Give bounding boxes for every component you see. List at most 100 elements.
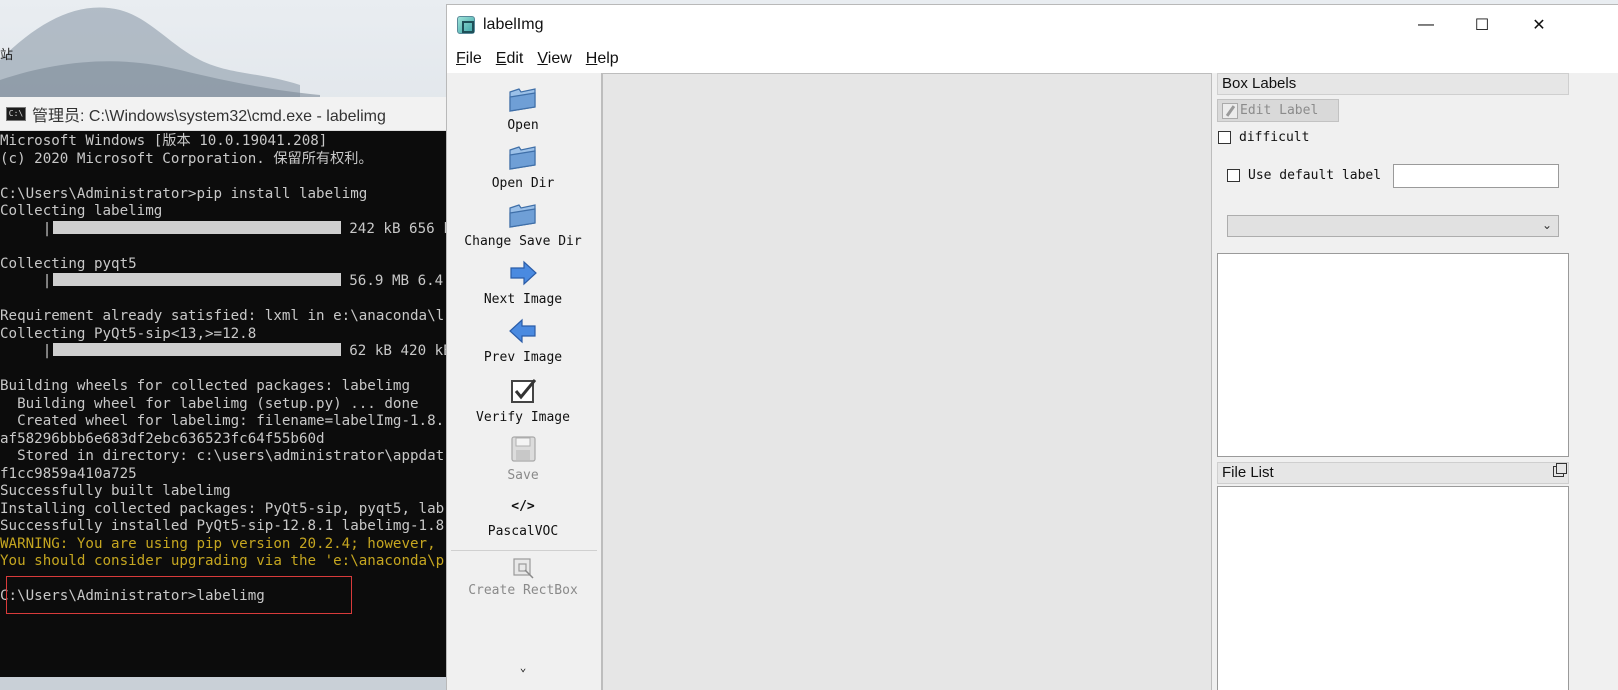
menu-view[interactable]: View: [530, 50, 578, 68]
cmd-line: Collecting labelimg: [0, 203, 163, 219]
warning-line: WARNING: You are using pip version 20.2.…: [0, 535, 436, 552]
difficult-checkbox-box[interactable]: [1218, 131, 1231, 144]
download-progress-bar: [53, 220, 342, 234]
right-dock: Box Labels Edit Label difficult Use defa…: [1215, 73, 1618, 690]
open-button[interactable]: Open: [447, 83, 599, 133]
cmd-line: C:\Users\Administrator>pip install label…: [0, 185, 368, 202]
cmd-line: Stored in directory: c:\users\administra…: [0, 448, 445, 464]
cmd-window-title: 管理员: C:\Windows\system32\cmd.exe - label…: [32, 107, 386, 125]
folder-open-icon: [509, 204, 536, 228]
folder-open-icon: [509, 146, 536, 170]
toolbar-separator: [451, 550, 597, 551]
cmd-window[interactable]: C:\ 管理员: C:\Windows\system32\cmd.exe - l…: [0, 97, 470, 677]
edit-pen-icon: [1222, 102, 1238, 119]
chevron-down-icon: ⌄: [519, 661, 527, 674]
format-button[interactable]: </> PascalVOC: [447, 499, 599, 539]
toolbar-extension-button[interactable]: ⌄: [447, 661, 599, 674]
cmd-line: Installing collected packages: PyQt5-sip…: [0, 500, 445, 517]
floppy-disk-icon: [511, 436, 536, 462]
wallpaper-mountain: [0, 7, 320, 100]
cmd-line: Successfully installed PyQt5-sip-12.8.1 …: [0, 518, 445, 534]
difficult-checkbox[interactable]: difficult: [1218, 130, 1309, 145]
format-label: PascalVOC: [487, 524, 559, 539]
menu-edit[interactable]: Edit: [489, 50, 531, 68]
open-label: Open: [507, 118, 539, 133]
progress-line: | 242 kB 656 k: [0, 220, 452, 237]
download-progress-bar: [53, 273, 342, 286]
cmd-line: Collecting pyqt5: [0, 255, 137, 272]
cmd-line: Successfully built labelimg: [0, 483, 231, 499]
label-list[interactable]: [1217, 253, 1569, 457]
cmd-line: [0, 291, 470, 309]
close-button[interactable]: ✕: [1511, 5, 1567, 45]
cmd-titlebar[interactable]: C:\ 管理员: C:\Windows\system32\cmd.exe - l…: [0, 97, 470, 131]
edit-label-button[interactable]: Edit Label: [1217, 99, 1339, 122]
dock-float-icon[interactable]: [1553, 463, 1567, 477]
create-rectbox-button[interactable]: Create RectBox: [447, 556, 599, 598]
file-list-dock-title[interactable]: File List: [1217, 462, 1569, 484]
change-save-dir-label: Change Save Dir: [464, 234, 582, 249]
cmd-line: Requirement already satisfied: lxml in e…: [0, 308, 445, 324]
open-dir-button[interactable]: Open Dir: [447, 141, 599, 191]
next-image-button[interactable]: Next Image: [447, 257, 599, 307]
open-dir-label: Open Dir: [491, 176, 555, 191]
file-list[interactable]: [1217, 486, 1569, 690]
progress-text: 56.9 MB 6.4: [349, 273, 444, 289]
rectbox-icon: [513, 558, 534, 579]
use-default-label-checkbox[interactable]: Use default label: [1227, 168, 1381, 183]
cmd-line: [0, 361, 470, 379]
verify-image-label: Verify Image: [476, 410, 570, 425]
cmd-line: [0, 168, 470, 186]
menu-view-accel: V: [537, 50, 548, 67]
cmd-line: Building wheel for labelimg (setup.py) .…: [0, 395, 419, 412]
warning-line: You should consider upgrading via the 'e…: [0, 553, 445, 569]
cmd-line: [0, 238, 470, 256]
menu-help-rest: elp: [597, 50, 619, 67]
folder-open-icon: [509, 88, 536, 112]
labelimg-titlebar[interactable]: labelImg — ☐ ✕: [447, 5, 1618, 45]
labelimg-window[interactable]: labelImg — ☐ ✕ File Edit View Help Open …: [446, 4, 1618, 690]
chevron-down-icon: ⌄: [1541, 218, 1552, 232]
verify-image-button[interactable]: Verify Image: [447, 375, 599, 425]
edit-label-text: Edit Label: [1240, 103, 1319, 118]
progress-line: | 56.9 MB 6.4: [0, 273, 444, 289]
prev-image-button[interactable]: Prev Image: [447, 315, 599, 365]
code-tag-icon: </>: [511, 499, 535, 514]
menu-file[interactable]: File: [449, 50, 489, 68]
cmd-line: f1cc9859a410a725: [0, 465, 137, 482]
default-label-input[interactable]: [1393, 164, 1559, 188]
labelimg-app-icon: [457, 16, 475, 34]
label-combobox[interactable]: ⌄: [1227, 215, 1559, 237]
use-default-label-checkbox-box[interactable]: [1227, 169, 1240, 182]
change-save-dir-button[interactable]: Change Save Dir: [447, 199, 599, 249]
maximize-button[interactable]: ☐: [1454, 5, 1510, 45]
menu-file-accel: F: [456, 50, 466, 67]
cmd-line: af58296bbb6e683df2ebc636523fc64f55b60d: [0, 430, 325, 447]
minimize-button[interactable]: —: [1398, 5, 1454, 45]
file-list-title: File List: [1222, 464, 1274, 481]
cmd-line: Building wheels for collected packages: …: [0, 378, 410, 394]
arrow-left-icon: [509, 318, 536, 344]
image-canvas[interactable]: [602, 73, 1212, 690]
download-progress-bar: [53, 343, 342, 356]
create-rectbox-label: Create RectBox: [468, 583, 578, 598]
cmd-output[interactable]: Microsoft Windows [版本 10.0.19041.208] (c)…: [0, 131, 470, 606]
difficult-label: difficult: [1239, 130, 1310, 145]
cmd-app-icon: C:\: [6, 106, 26, 121]
box-labels-dock-title[interactable]: Box Labels: [1217, 73, 1569, 95]
menu-help-accel: H: [585, 50, 598, 67]
menu-edit-rest: dit: [506, 50, 524, 67]
arrow-right-icon: [510, 260, 537, 286]
menu-help[interactable]: Help: [579, 50, 626, 68]
progress-line: | 62 kB 420 kB: [0, 343, 452, 359]
use-default-label-text: Use default label: [1248, 168, 1382, 183]
menu-file-rest: ile: [465, 50, 482, 67]
prev-image-label: Prev Image: [483, 350, 563, 365]
desktop-icon-label[interactable]: 站: [0, 44, 13, 63]
cmd-line: (c) 2020 Microsoft Corporation. 保留所有权利。: [0, 150, 373, 167]
progress-text: 62 kB 420 kB: [349, 343, 452, 359]
save-button[interactable]: Save: [447, 433, 599, 483]
menu-view-rest: iew: [547, 50, 572, 67]
box-labels-title: Box Labels: [1222, 75, 1297, 92]
save-label: Save: [507, 468, 539, 483]
